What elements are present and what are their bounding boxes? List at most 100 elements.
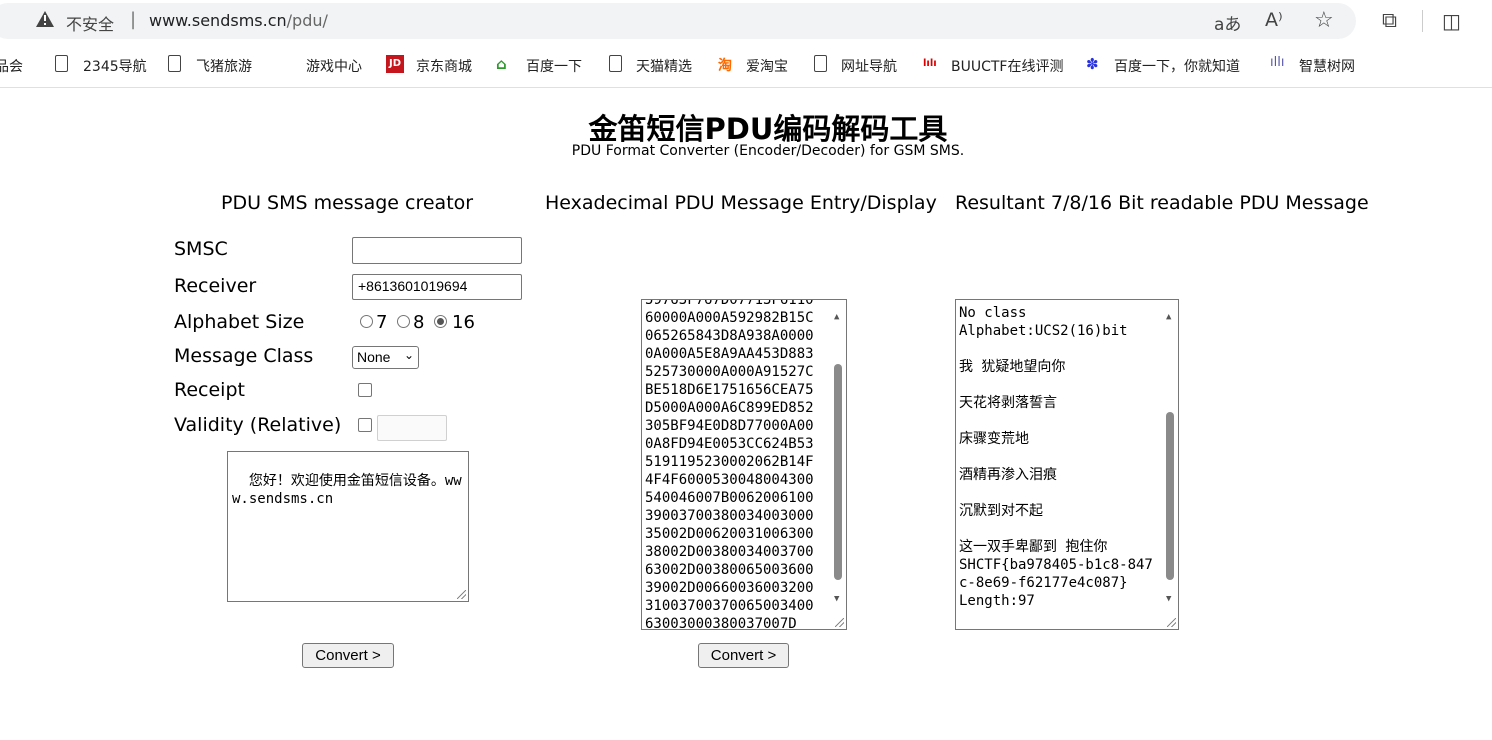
bookmark-item[interactable]: 游戏中心	[306, 56, 362, 76]
translate-icon[interactable]: aあ	[1214, 10, 1241, 35]
scroll-up-icon[interactable]: ▲	[1166, 308, 1171, 326]
hex-line: 525730000A000A91527C	[645, 364, 814, 380]
hex-line: D5000A000A6C899ED852	[645, 400, 814, 416]
warning-icon-mark	[44, 15, 46, 21]
chevron-down-icon: ⌄	[403, 348, 414, 362]
buuctf-icon: lılı	[923, 58, 937, 69]
warning-icon-dot	[44, 23, 46, 25]
security-label[interactable]: 不安全	[66, 11, 114, 35]
page-subtitle: PDU Format Converter (Encoder/Decoder) f…	[571, 143, 965, 159]
browser-toolbar: 不安全 | www.sendsms.cn/pdu/ aあ A⁾ ☆ ⧉ ◫	[0, 0, 1492, 44]
bookmark-item[interactable]: 百度一下	[526, 56, 582, 76]
resize-handle[interactable]	[1167, 618, 1176, 627]
resize-handle[interactable]	[835, 618, 844, 627]
smsc-label: SMSC	[174, 238, 228, 260]
alphabet-option-7: 7	[376, 312, 388, 333]
split-screen-icon[interactable]: ◫	[1442, 9, 1461, 33]
hex-textarea[interactable]: 59763F767D07713F6110 60000A000A592982B15C…	[641, 299, 847, 630]
alphabet-radio-16[interactable]	[434, 315, 447, 328]
hex-convert-button[interactable]: Convert >	[698, 643, 789, 668]
alphabet-option-16: 16	[452, 312, 475, 333]
hex-scrollbar[interactable]: ▲ ▼	[830, 300, 846, 629]
bookmark-item[interactable]: 百度一下，你就知道	[1114, 56, 1240, 76]
hex-line: 0A8FD94E0053CC624B53	[645, 436, 814, 452]
hex-line: 31003700370065003400	[645, 598, 814, 614]
hex-line: 4F4F6000530048004300	[645, 472, 814, 488]
message-textarea[interactable]: 您好！欢迎使用金笛短信设备。www.sendsms.cn	[227, 451, 469, 602]
hex-heading: Hexadecimal PDU Message Entry/Display	[545, 192, 937, 214]
hex-line: 305BF94E0D8D77000A00	[645, 418, 814, 434]
creator-heading: PDU SMS message creator	[221, 192, 474, 214]
receiver-label: Receiver	[174, 275, 257, 297]
baidu-paw-icon: ✽	[1086, 55, 1099, 73]
hex-line: 540046007B0062006100	[645, 490, 814, 506]
bookmark-item[interactable]: 品会	[0, 56, 23, 76]
jd-icon: JD	[386, 55, 404, 73]
extensions-icon[interactable]: ⧉	[1382, 8, 1397, 33]
resize-handle[interactable]	[457, 590, 466, 599]
bookmark-item[interactable]: 网址导航	[841, 56, 897, 76]
hex-line: 63003000380037007D	[645, 616, 797, 630]
validity-input[interactable]	[377, 415, 447, 441]
receipt-checkbox[interactable]	[358, 383, 372, 397]
url-host: www.sendsms.cn	[149, 11, 287, 30]
alphabet-radio-8[interactable]	[397, 315, 410, 328]
validity-checkbox[interactable]	[358, 418, 372, 432]
hex-line: BE518D6E1751656CEA75	[645, 382, 814, 398]
bookmark-item[interactable]: 爱淘宝	[746, 56, 788, 76]
scroll-thumb[interactable]	[1166, 412, 1174, 580]
message-class-label: Message Class	[174, 345, 314, 367]
bookmark-item[interactable]: 天猫精选	[636, 56, 692, 76]
alphabet-option-8: 8	[413, 312, 425, 333]
receiver-input[interactable]: +8613601019694	[352, 274, 522, 300]
read-aloud-icon[interactable]: A⁾	[1265, 9, 1283, 31]
hex-line: 5191195230002062B14F	[645, 454, 814, 470]
hex-line: 0A000A5E8A9AA453D883	[645, 346, 814, 362]
receipt-label: Receipt	[174, 379, 245, 401]
url-separator: |	[130, 9, 137, 30]
scroll-up-icon[interactable]: ▲	[834, 308, 839, 326]
scroll-down-icon[interactable]: ▼	[834, 590, 839, 608]
toolbar-divider	[1422, 10, 1423, 32]
home-2345-icon: ⌂	[496, 55, 507, 73]
page-icon	[168, 55, 181, 72]
smsc-input[interactable]	[352, 237, 522, 264]
bookmark-item[interactable]: 2345导航	[83, 56, 147, 76]
bookmark-item[interactable]: 飞猪旅游	[196, 56, 252, 76]
result-heading: Resultant 7/8/16 Bit readable PDU Messag…	[955, 192, 1369, 214]
bookmark-item[interactable]: 京东商城	[416, 56, 472, 76]
hex-line: 38002D00380034003700	[645, 544, 814, 560]
page-icon	[814, 55, 827, 72]
result-text: No class Alphabet:UCS2(16)bit 我 犹疑地望向你 天…	[959, 305, 1153, 609]
hex-line: 065265843D8A938A0000	[645, 328, 814, 344]
bookmarks-bar: 品会 2345导航 飞猪旅游 游戏中心 JD 京东商城 ⌂ 百度一下 天猫精选 …	[0, 44, 1492, 88]
result-scrollbar[interactable]: ▲ ▼	[1162, 300, 1178, 629]
message-class-select[interactable]: None ⌄	[352, 346, 419, 369]
hex-line: 60000A000A592982B15C	[645, 310, 814, 326]
alphabet-label: Alphabet Size	[174, 311, 305, 333]
hex-line: 59763F767D07713F6110	[645, 299, 814, 308]
creator-convert-button[interactable]: Convert >	[302, 643, 394, 668]
scroll-thumb[interactable]	[834, 364, 842, 580]
hex-line: 39002D00660036003200	[645, 580, 814, 596]
validity-label: Validity (Relative)	[174, 414, 342, 436]
zhihuishu-icon: ıllı	[1270, 55, 1285, 70]
hex-content: 59763F767D07713F6110 60000A000A592982B15C…	[645, 299, 814, 630]
bookmark-item[interactable]: 智慧树网	[1299, 56, 1355, 76]
scroll-down-icon[interactable]: ▼	[1166, 590, 1171, 608]
page-icon	[609, 55, 622, 72]
url-path: /pdu/	[286, 11, 328, 30]
taobao-icon: 淘	[718, 58, 732, 74]
message-class-value: None	[357, 349, 391, 365]
favorite-star-icon[interactable]: ☆	[1314, 8, 1334, 33]
result-textarea[interactable]: No class Alphabet:UCS2(16)bit 我 犹疑地望向你 天…	[955, 299, 1179, 630]
alphabet-radio-7[interactable]	[360, 315, 373, 328]
hex-line: 39003700380034003000	[645, 508, 814, 524]
message-text: 您好！欢迎使用金笛短信设备。www.sendsms.cn	[232, 473, 462, 507]
page-title: 金笛短信PDU编码解码工具	[588, 112, 948, 146]
page-icon	[55, 55, 68, 72]
hex-line: 63002D00380065003600	[645, 562, 814, 578]
bookmark-item[interactable]: BUUCTF在线评测	[951, 56, 1063, 76]
hex-line: 35002D00620031006300	[645, 526, 814, 542]
url-text[interactable]: www.sendsms.cn/pdu/	[149, 11, 328, 30]
